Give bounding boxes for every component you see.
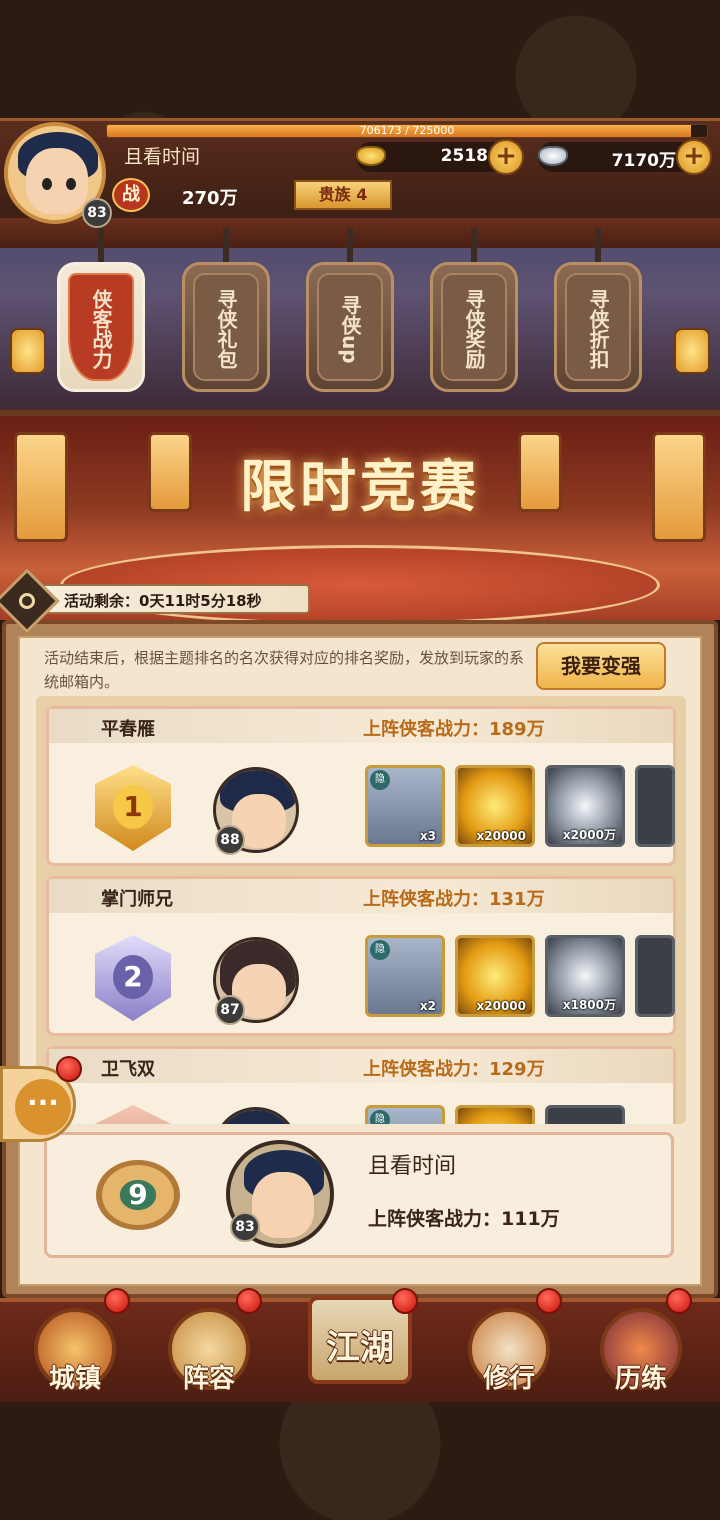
tab-hook — [223, 228, 229, 264]
noble-badge[interactable]: 贵族 4 — [294, 180, 392, 210]
avatar-eye — [42, 178, 52, 190]
gold-amount: 2518 — [440, 146, 488, 166]
bronze-medal-icon — [95, 1105, 171, 1124]
avatar-face — [26, 148, 88, 214]
rank-row[interactable]: 平春雁 上阵侠客战力：189万 1 88 隐 x3 x20000 x2000万 — [46, 706, 676, 866]
rank-row[interactable]: 掌门师兄 上阵侠客战力：131万 2 87 隐 x2 x20000 x1800万 — [46, 876, 676, 1036]
tab-label: 侠客战力 — [89, 289, 113, 369]
tab-hook — [98, 228, 104, 264]
tab-hero-power[interactable]: 侠客战力 — [57, 262, 145, 392]
exp-text: 706173 / 725000 — [359, 124, 455, 137]
reward-silver-ingot[interactable]: x1800万 — [545, 935, 625, 1017]
reward-gold-material[interactable]: x20000 — [455, 935, 535, 1017]
nav-label: 江湖 — [326, 1328, 394, 1368]
reward-more[interactable] — [635, 765, 675, 847]
tab-label: 寻侠up — [338, 294, 362, 364]
add-gold-button[interactable]: + — [488, 139, 524, 175]
reward-hero-card[interactable]: 隐 x3 — [365, 765, 445, 847]
silver-amount: 7170万 — [611, 151, 676, 171]
rank-player-power: 上阵侠客战力：131万 — [363, 889, 545, 910]
silver-ingot-icon — [538, 146, 568, 166]
strengthen-button[interactable]: 我要变强 — [536, 642, 666, 690]
battle-power-value: 270万 — [182, 188, 238, 209]
reward-hero-card[interactable]: 隐 — [365, 1105, 445, 1124]
lantern-icon — [674, 328, 710, 374]
reward-silver-ingot[interactable] — [545, 1105, 625, 1124]
nav-lineup[interactable]: 阵容 — [162, 1308, 256, 1398]
silver-medal-icon: 2 — [95, 935, 171, 1021]
tab-hook — [595, 228, 601, 264]
ranking-list[interactable]: 平春雁 上阵侠客战力：189万 1 88 隐 x3 x20000 x2000万 … — [36, 696, 686, 1124]
event-description: 活动结束后，根据主题排名的名次获得对应的排名奖励，发放到玩家的系统邮箱内。 — [44, 649, 525, 691]
nav-town[interactable]: 城镇 — [28, 1308, 122, 1398]
tab-label: 寻侠礼包 — [214, 289, 238, 369]
reward-count: x1800万 — [562, 998, 616, 1012]
rank-row[interactable]: 卫飞双 上阵侠客战力：129万 隐 — [46, 1046, 676, 1124]
reward-more[interactable] — [635, 935, 675, 1017]
rank-number: 1 — [113, 785, 153, 829]
nav-label: 历练 — [614, 1364, 667, 1394]
gold-medal-icon: 1 — [95, 765, 171, 851]
gold-ingot-icon — [356, 146, 386, 166]
rank-player-name: 平春雁 — [101, 719, 155, 740]
reward-count: x20000 — [476, 829, 527, 843]
reward-gold-material[interactable] — [455, 1105, 535, 1124]
rank-player-power: 上阵侠客战力：129万 — [363, 1059, 545, 1080]
hero-portrait[interactable] — [213, 1107, 299, 1124]
lantern-icon — [10, 328, 46, 374]
hero-level-badge: 87 — [215, 995, 245, 1025]
notification-dot — [56, 1056, 82, 1082]
rank-player-name: 掌门师兄 — [101, 889, 173, 910]
notification-dot — [236, 1288, 262, 1314]
tab-label: 寻侠折扣 — [586, 289, 610, 369]
notification-dot — [392, 1288, 418, 1314]
nav-training[interactable]: 历练 — [594, 1308, 688, 1398]
player-name: 且看时间 — [124, 146, 201, 168]
reward-count: x3 — [419, 829, 436, 843]
reward-tag: 隐 — [370, 1110, 390, 1124]
power-row: 战 270万 — [112, 178, 292, 212]
notification-dot — [536, 1288, 562, 1314]
tab-seek-gift[interactable]: 寻侠礼包 — [182, 262, 270, 392]
tab-hook — [347, 228, 353, 264]
reward-tag: 隐 — [370, 940, 390, 960]
reward-count: x20000 — [476, 999, 527, 1013]
reward-gold-material[interactable]: x20000 — [455, 765, 535, 847]
rank-player-name: 卫飞双 — [101, 1059, 155, 1080]
rank-player-power: 上阵侠客战力：189万 — [363, 719, 545, 740]
reward-hero-card[interactable]: 隐 x2 — [365, 935, 445, 1017]
portrait-face — [252, 1172, 314, 1238]
gold-currency: 2518 + — [356, 139, 524, 175]
event-timer: 活动剩余：0天11时5分18秒 — [64, 592, 262, 610]
notification-dot — [666, 1288, 692, 1314]
my-rank-number: 9 — [128, 1178, 148, 1211]
reward-tag: 隐 — [370, 770, 390, 790]
battle-power-icon: 战 — [112, 178, 150, 212]
avatar-eye — [66, 178, 76, 190]
nav-label: 修行 — [482, 1364, 535, 1394]
reward-silver-ingot[interactable]: x2000万 — [545, 765, 625, 847]
tab-seek-reward[interactable]: 寻侠奖励 — [430, 262, 518, 392]
add-silver-button[interactable]: + — [676, 139, 712, 175]
notification-dot — [104, 1288, 130, 1314]
player-level-badge: 83 — [82, 198, 112, 228]
portrait-hair — [220, 1110, 296, 1124]
chat-bubble-icon: ··· — [15, 1079, 71, 1135]
tab-label: 寻侠奖励 — [462, 289, 486, 369]
nav-cultivation[interactable]: 修行 — [462, 1308, 556, 1398]
reward-count: x2 — [419, 999, 436, 1013]
tab-hook — [471, 228, 477, 264]
tab-seek-up[interactable]: 寻侠up — [306, 262, 394, 392]
hero-level-badge: 88 — [215, 825, 245, 855]
my-hero-level-badge: 83 — [230, 1212, 260, 1242]
nav-label: 城镇 — [48, 1364, 101, 1394]
my-player-name: 且看时间 — [368, 1154, 457, 1179]
event-title: 限时竞赛 — [240, 454, 480, 520]
rank-number: 2 — [113, 955, 153, 999]
tab-seek-discount[interactable]: 寻侠折扣 — [554, 262, 642, 392]
silver-currency: 7170万 + — [538, 139, 712, 175]
my-player-power: 上阵侠客战力：111万 — [368, 1208, 560, 1230]
reward-count: x2000万 — [562, 828, 616, 842]
nav-label: 阵容 — [182, 1364, 235, 1394]
